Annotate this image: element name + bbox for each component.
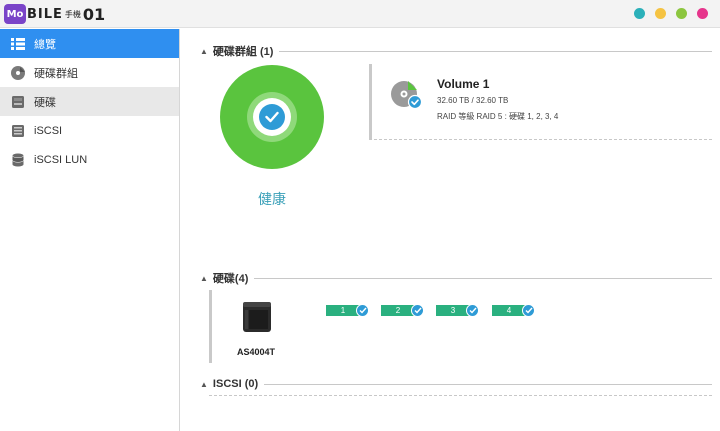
database-icon [10,152,26,168]
health-status-label: 健康 [258,191,286,207]
check-icon [259,104,285,130]
disk-section-title: 硬碟(4) [212,273,249,285]
logo-small-text: 手機 [64,9,81,19]
section-divider [254,277,712,279]
volume-section-title: 硬碟群組 (1) [212,46,274,58]
window-control-magenta[interactable] [697,8,708,19]
sidebar-item-label: iSCSI [34,124,63,137]
nas-device-icon[interactable] [240,300,274,334]
main-content: ▲ 硬碟群組 (1) 健康 Volume 1 32.60 TB / 32.60 … [181,29,720,431]
window-control-yellow[interactable] [655,8,666,19]
check-icon [411,304,424,317]
logo-number: 01 [82,4,106,24]
sidebar-item-label: 總覽 [34,38,56,51]
disk-overview-card: AS4004T 1 2 3 4 [209,290,712,363]
drive-slot-4[interactable]: 4 [492,304,535,317]
section-divider [279,50,712,52]
drive-number: 2 [395,306,401,315]
iscsi-section-title: ISCSI (0) [212,378,259,390]
sidebar-item-disk-group[interactable]: 硬碟群組 [0,58,179,87]
mobile01-logo: Mo BILE 手機 01 [4,3,105,25]
sidebar-item-drive[interactable]: 硬碟 [0,87,179,116]
logo-word: BILE [27,6,63,22]
check-icon [522,304,535,317]
sidebar-item-iscsi-lun[interactable]: iSCSI LUN [0,145,179,174]
sidebar-item-label: 硬碟 [34,96,56,109]
volume-card[interactable]: Volume 1 32.60 TB / 32.60 TB RAID 等級 RAI… [369,64,712,140]
list-icon [10,36,26,52]
drive-slot-1[interactable]: 1 [326,304,369,317]
drive-number: 1 [340,306,346,315]
volume-raid-info: RAID 等級 RAID 5 : 硬碟 1, 2, 3, 4 [437,112,559,121]
sidebar-item-overview[interactable]: 總覽 [0,29,179,58]
sidebar: 總覽 硬碟群組 硬碟 iSCSI iSCSI LUN [0,29,180,431]
collapse-caret-icon[interactable]: ▲ [200,274,208,283]
iscsi-icon [10,123,26,139]
disk-section-header[interactable]: ▲ 硬碟(4) [200,270,712,286]
window-controls [634,8,708,19]
window-control-teal[interactable] [634,8,645,19]
volume-name: Volume 1 [437,77,490,91]
section-divider [264,383,712,385]
drive-icon [10,94,26,110]
nas-model-name: AS4004T [237,347,276,357]
sidebar-item-label: 硬碟群組 [34,67,78,80]
volume-capacity: 32.60 TB / 32.60 TB [437,96,509,105]
logo-badge: Mo [4,4,26,24]
check-icon [356,304,369,317]
window-control-green[interactable] [676,8,687,19]
volume-disk-icon [389,77,423,111]
sidebar-item-label: iSCSI LUN [34,153,88,166]
volume-section-header[interactable]: ▲ 硬碟群組 (1) [200,43,712,59]
disk-group-icon [10,65,26,81]
collapse-caret-icon[interactable]: ▲ [200,380,208,389]
check-icon [466,304,479,317]
iscsi-section-header[interactable]: ▲ ISCSI (0) [200,378,712,390]
section-divider [209,395,712,396]
drive-slot-2[interactable]: 2 [381,304,424,317]
title-bar: Mo BILE 手機 01 [0,0,720,28]
drive-number: 4 [506,306,512,315]
collapse-caret-icon[interactable]: ▲ [200,47,208,56]
health-status-circle [220,65,324,169]
drive-number: 3 [450,306,456,315]
sidebar-item-iscsi[interactable]: iSCSI [0,116,179,145]
drive-slot-3[interactable]: 3 [436,304,479,317]
